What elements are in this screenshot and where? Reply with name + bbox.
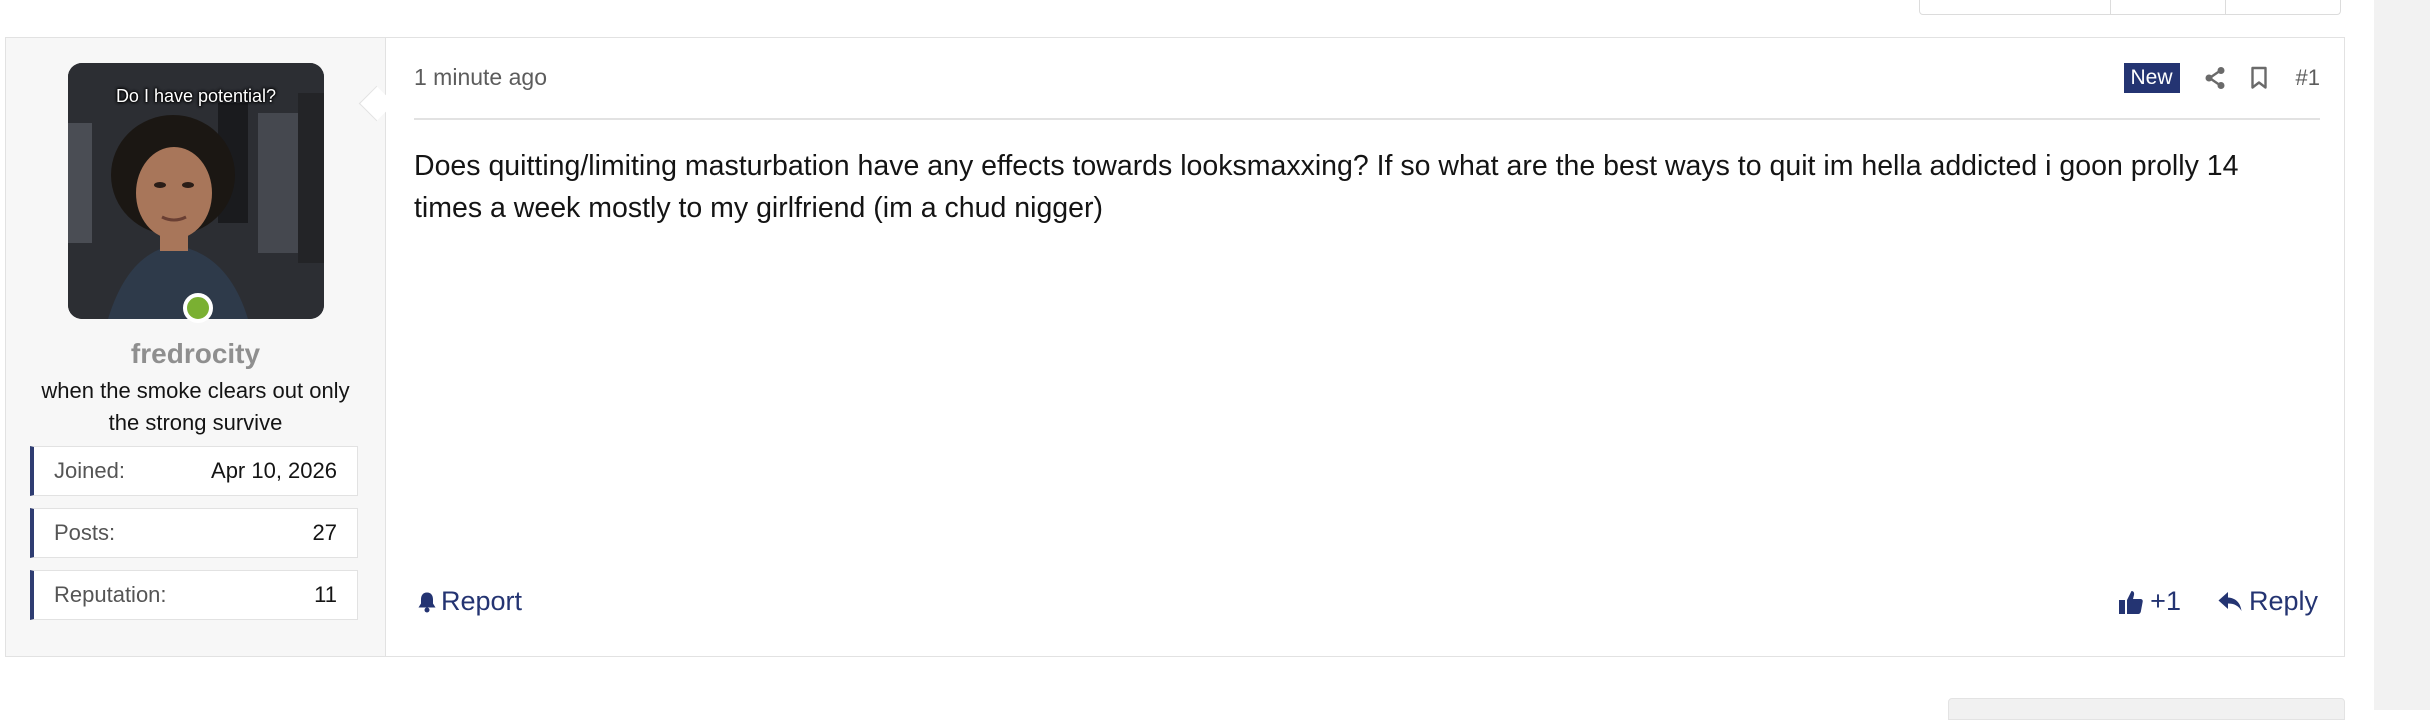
post-main: 1 minute ago New #1 Does quitting/limiti… bbox=[387, 38, 2344, 656]
stat-value: Apr 10, 2026 bbox=[211, 458, 337, 483]
user-stat-posts: Posts: 27 bbox=[30, 508, 358, 558]
user-avatar[interactable]: Do I have potential? bbox=[68, 63, 324, 319]
post-header-actions: New #1 bbox=[2123, 62, 2320, 94]
top-pagination bbox=[1919, 0, 2341, 15]
pagination-segment[interactable] bbox=[2226, 0, 2340, 14]
post-footer-actions: +1 Reply bbox=[2118, 586, 2318, 617]
next-section-box bbox=[1948, 698, 2345, 720]
report-button[interactable]: Report bbox=[417, 586, 522, 617]
pagination-segment[interactable] bbox=[2111, 0, 2226, 14]
avatar-caption: Do I have potential? bbox=[115, 86, 277, 106]
share-icon[interactable] bbox=[2204, 66, 2226, 90]
post-timestamp[interactable]: 1 minute ago bbox=[414, 64, 547, 91]
bell-icon bbox=[417, 591, 437, 613]
user-stat-reputation: Reputation: 11 bbox=[30, 570, 358, 620]
report-label: Report bbox=[441, 586, 523, 616]
post-number-link[interactable]: #1 bbox=[2296, 65, 2320, 91]
bookmark-icon[interactable] bbox=[2250, 66, 2268, 90]
pagination-segment[interactable] bbox=[1920, 0, 2111, 14]
reply-button[interactable]: Reply bbox=[2217, 586, 2318, 617]
page-scrollbar-rail[interactable] bbox=[2374, 0, 2430, 710]
online-status-indicator bbox=[183, 293, 213, 323]
stat-value: 27 bbox=[312, 520, 337, 545]
forum-post: Do I have potential? fredrocity when the… bbox=[5, 37, 2345, 657]
post-user-cell: Do I have potential? fredrocity when the… bbox=[6, 38, 386, 656]
header-divider bbox=[414, 118, 2320, 120]
stat-value: 11 bbox=[314, 582, 337, 607]
reaction-count: +1 bbox=[2150, 586, 2181, 616]
username[interactable]: fredrocity bbox=[6, 338, 385, 370]
react-button[interactable]: +1 bbox=[2118, 586, 2181, 617]
stat-label: Posts: bbox=[54, 520, 116, 545]
user-title: when the smoke clears out only the stron… bbox=[41, 378, 350, 435]
reply-label: Reply bbox=[2248, 586, 2318, 616]
user-stat-joined: Joined: Apr 10, 2026 bbox=[30, 446, 358, 496]
stat-label: Reputation: bbox=[54, 582, 167, 607]
thumbs-up-icon bbox=[2118, 589, 2144, 615]
new-badge: New bbox=[2123, 63, 2180, 93]
reply-arrow-icon bbox=[2217, 590, 2243, 614]
post-content: Does quitting/limiting masturbation have… bbox=[414, 150, 2239, 224]
stat-label: Joined: bbox=[54, 458, 125, 483]
